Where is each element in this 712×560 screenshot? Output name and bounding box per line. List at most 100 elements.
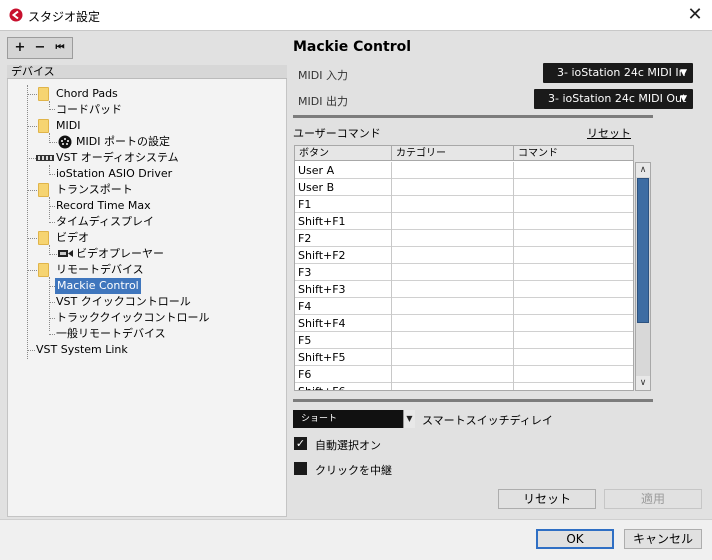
command-cell[interactable]: [514, 179, 633, 196]
tree-item-chord-pads[interactable]: Chord Pads: [56, 86, 118, 102]
tree-item-remote-devices[interactable]: リモートデバイス: [56, 262, 144, 278]
table-row[interactable]: F5: [295, 332, 633, 349]
command-cell[interactable]: [514, 366, 633, 383]
divider: [293, 399, 653, 402]
chevron-down-icon: ▼: [680, 68, 687, 78]
remove-device-button[interactable]: −: [30, 39, 50, 57]
command-cell[interactable]: [514, 213, 633, 230]
category-cell[interactable]: [392, 383, 514, 390]
category-cell[interactable]: [392, 281, 514, 298]
scroll-up-icon[interactable]: ∧: [636, 163, 650, 177]
category-cell[interactable]: [392, 213, 514, 230]
command-cell[interactable]: [514, 315, 633, 332]
device-tree[interactable]: Chord Pads コードパッド MIDI MIDI ポートの設定 VST オ…: [7, 79, 287, 517]
table-scrollbar[interactable]: ∧ ∨: [635, 162, 651, 391]
tree-item-midi[interactable]: MIDI: [56, 118, 80, 134]
button-cell: F5: [295, 332, 392, 349]
table-row[interactable]: F1: [295, 196, 633, 213]
reset-button[interactable]: リセット: [498, 489, 596, 509]
category-cell[interactable]: [392, 179, 514, 196]
button-cell: F4: [295, 298, 392, 315]
switch-delay-dropdown[interactable]: ショート ▼: [293, 410, 415, 428]
category-cell[interactable]: [392, 196, 514, 213]
tree-item-video-player[interactable]: ビデオプレーヤー: [76, 246, 164, 262]
apply-button[interactable]: 適用: [604, 489, 702, 509]
table-row[interactable]: F4: [295, 298, 633, 315]
table-row[interactable]: User B: [295, 179, 633, 196]
table-row[interactable]: F2: [295, 230, 633, 247]
tree-item-vst-quick-controls[interactable]: VST クイックコントロール: [56, 294, 191, 310]
category-cell[interactable]: [392, 162, 514, 179]
tree-item-time-display[interactable]: タイムディスプレイ: [56, 214, 154, 230]
table-row[interactable]: Shift+F3: [295, 281, 633, 298]
user-commands-table[interactable]: ボタン カテゴリー コマンド User A User B F1 Shift+F1 F2 S…: [294, 145, 634, 391]
tree-item-video[interactable]: ビデオ: [56, 230, 89, 246]
relay-click-label: クリックを中継: [315, 464, 392, 477]
cancel-button[interactable]: キャンセル: [624, 529, 702, 549]
tree-item-vst-system-link[interactable]: VST System Link: [36, 342, 128, 358]
tree-item-asio-driver[interactable]: ioStation ASIO Driver: [56, 166, 172, 182]
command-cell[interactable]: [514, 162, 633, 179]
category-cell[interactable]: [392, 247, 514, 264]
midi-output-dropdown[interactable]: 3- ioStation 24c MIDI Out ▼: [534, 89, 693, 109]
folder-icon: [38, 263, 49, 277]
title-bar: [0, 0, 712, 30]
category-cell[interactable]: [392, 366, 514, 383]
tree-item-generic-remote[interactable]: 一般リモートデバイス: [56, 326, 166, 342]
auto-select-label: 自動選択オン: [315, 439, 381, 452]
category-cell[interactable]: [392, 264, 514, 281]
window-title: スタジオ設定: [28, 10, 101, 24]
add-device-button[interactable]: +: [10, 39, 30, 57]
midi-input-value: 3- ioStation 24c MIDI In: [557, 66, 686, 79]
command-cell[interactable]: [514, 298, 633, 315]
reset-device-icon[interactable]: ⏮: [50, 39, 70, 57]
tree-item-record-time-max[interactable]: Record Time Max: [56, 198, 151, 214]
command-cell[interactable]: [514, 230, 633, 247]
midi-input-dropdown[interactable]: 3- ioStation 24c MIDI In ▼: [543, 63, 693, 83]
table-row[interactable]: Shift+F1: [295, 213, 633, 230]
table-row[interactable]: F6: [295, 366, 633, 383]
column-header-button[interactable]: ボタン: [295, 146, 392, 161]
category-cell[interactable]: [392, 332, 514, 349]
command-cell[interactable]: [514, 196, 633, 213]
reset-commands-link[interactable]: リセット: [587, 125, 631, 141]
device-toolbar: + − ⏮: [7, 37, 73, 59]
device-tree-header: デバイス: [7, 65, 287, 79]
command-cell[interactable]: [514, 264, 633, 281]
tree-item-transport[interactable]: トランスポート: [56, 182, 133, 198]
tree-item-chord-pad-device[interactable]: コードパッド: [56, 102, 122, 118]
table-row[interactable]: Shift+F2: [295, 247, 633, 264]
divider: [293, 115, 653, 118]
column-header-command[interactable]: コマンド: [514, 146, 633, 161]
table-row[interactable]: Shift+F4: [295, 315, 633, 332]
command-cell[interactable]: [514, 383, 633, 390]
command-cell[interactable]: [514, 247, 633, 264]
table-header: ボタン カテゴリー コマンド: [295, 146, 633, 161]
midi-port-icon: [58, 135, 72, 149]
scrollbar-thumb[interactable]: [637, 178, 649, 323]
table-row[interactable]: F3: [295, 264, 633, 281]
category-cell[interactable]: [392, 230, 514, 247]
table-row[interactable]: Shift+F6: [295, 383, 633, 390]
column-header-category[interactable]: カテゴリー: [392, 146, 514, 161]
auto-select-checkbox[interactable]: ✓: [294, 437, 307, 450]
tree-item-midi-port-settings[interactable]: MIDI ポートの設定: [76, 134, 170, 150]
tree-item-vst-audio-system[interactable]: VST オーディオシステム: [56, 150, 179, 166]
switch-delay-label: スマートスイッチディレイ: [422, 414, 553, 427]
category-cell[interactable]: [392, 349, 514, 366]
relay-click-checkbox[interactable]: [294, 462, 307, 475]
tree-item-track-quick-controls[interactable]: トラッククイックコントロール: [56, 310, 210, 326]
tree-item-mackie-control[interactable]: Mackie Control: [55, 278, 141, 294]
command-cell[interactable]: [514, 332, 633, 349]
scroll-down-icon[interactable]: ∨: [636, 376, 650, 390]
midi-input-label: MIDI 入力: [298, 69, 348, 82]
table-row[interactable]: User A: [295, 162, 633, 179]
command-cell[interactable]: [514, 349, 633, 366]
table-row[interactable]: Shift+F5: [295, 349, 633, 366]
ok-button[interactable]: OK: [536, 529, 614, 549]
category-cell[interactable]: [392, 298, 514, 315]
command-cell[interactable]: [514, 281, 633, 298]
button-cell: Shift+F4: [295, 315, 392, 332]
close-icon[interactable]: ✕: [684, 5, 706, 25]
category-cell[interactable]: [392, 315, 514, 332]
